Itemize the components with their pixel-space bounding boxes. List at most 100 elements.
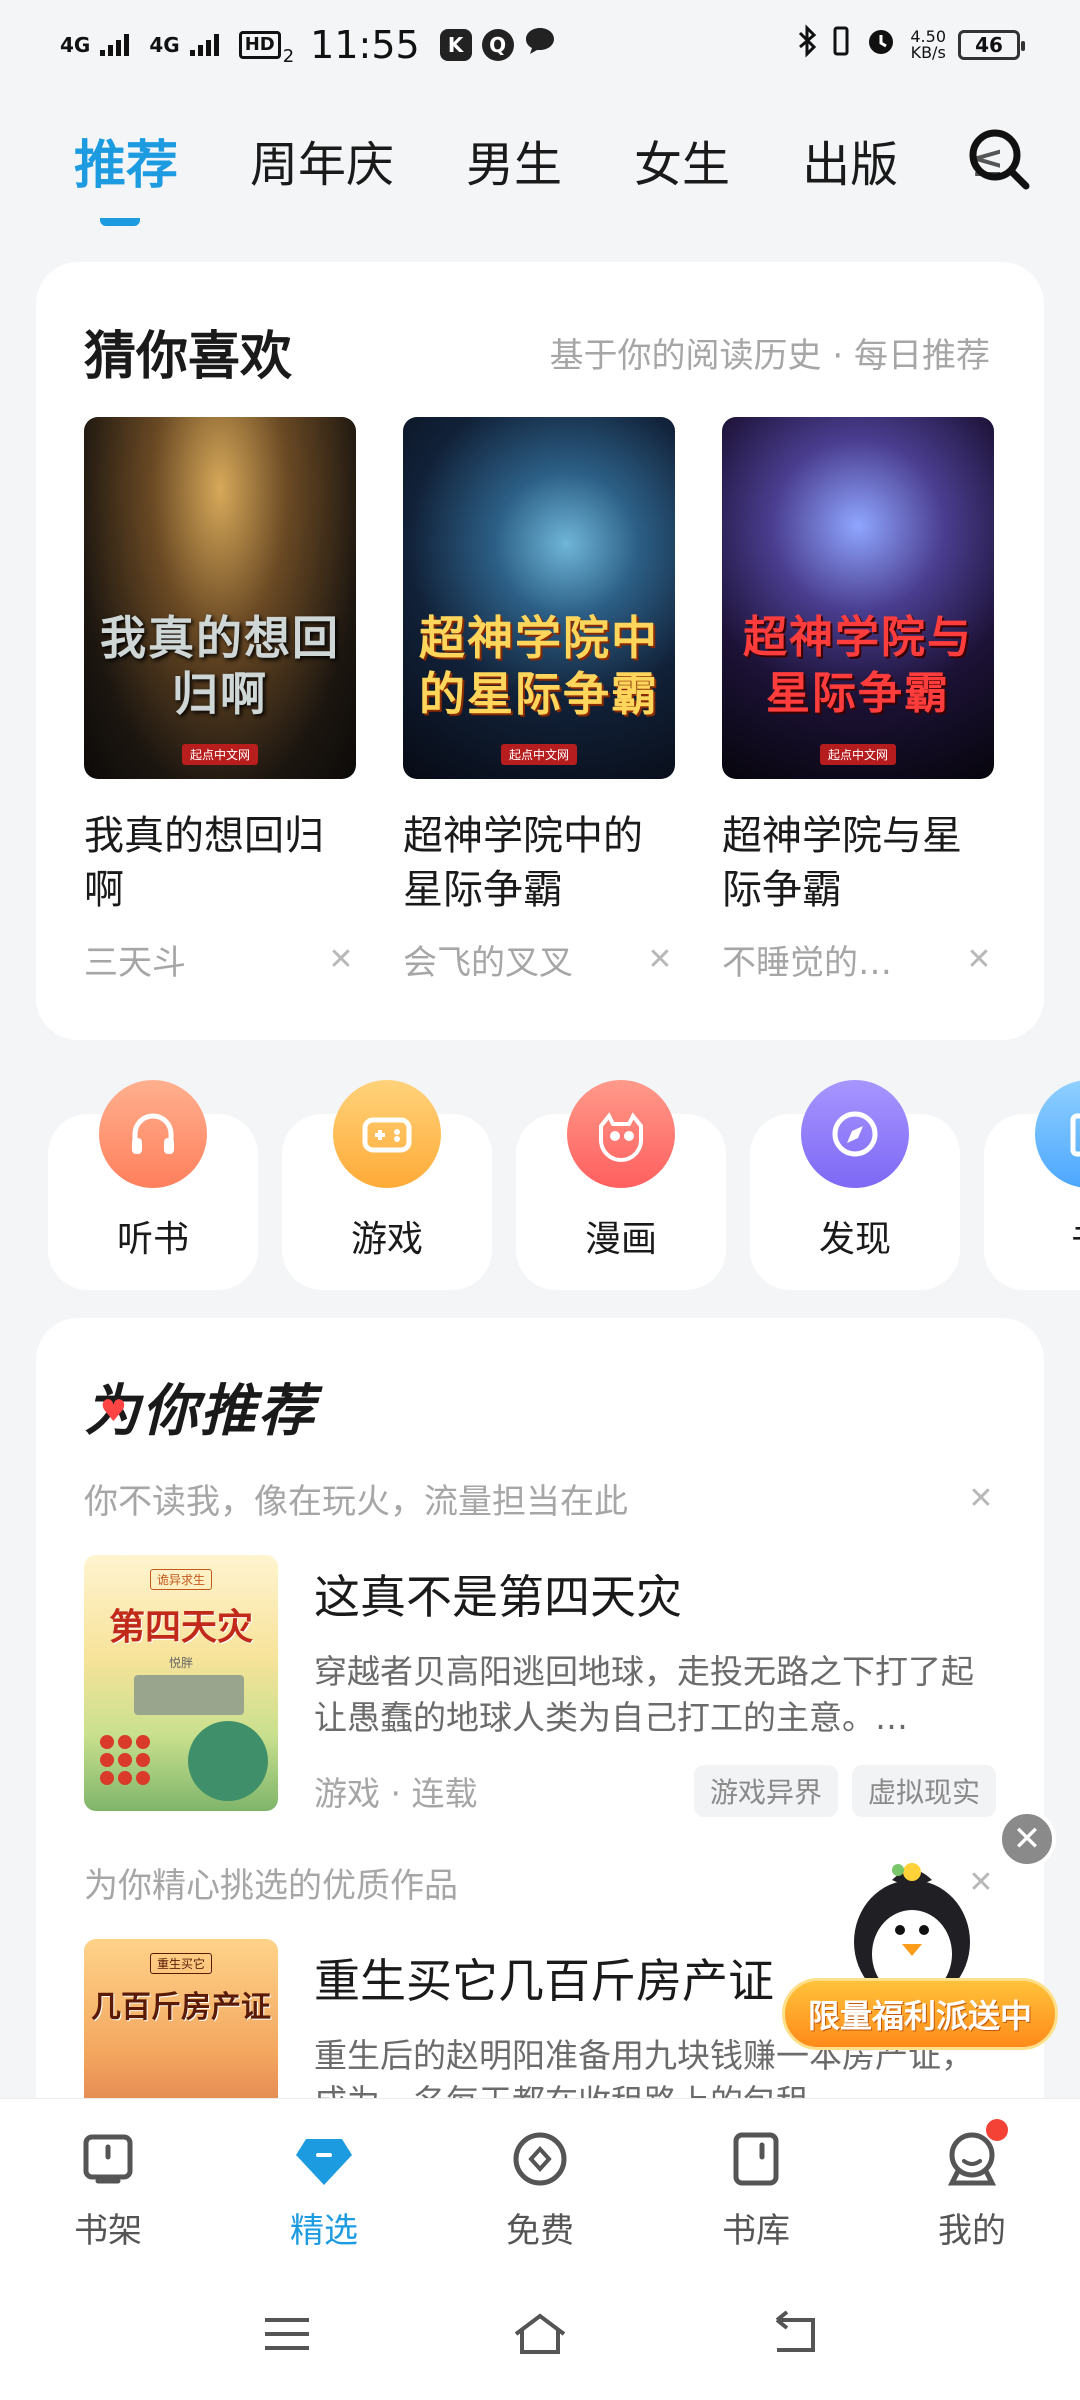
status-right: 4.50 KB/s 46 (796, 24, 1025, 67)
vibrate-icon (830, 25, 852, 66)
network-speed-unit: KB/s (910, 43, 946, 62)
quick-entry-discover[interactable]: 发现 (750, 1080, 960, 1290)
nav-featured[interactable]: 精选 (216, 2099, 432, 2268)
tab-anniversary[interactable]: 周年庆 (250, 125, 394, 195)
quick-entry-label: 发现 (818, 1219, 891, 1260)
battery-indicator: 46 (958, 30, 1025, 60)
cover-title: 几百斤房产证 (91, 1990, 271, 2025)
close-icon[interactable]: ✕ (998, 1810, 1056, 1868)
cover-title: 超神学院与星际争霸 (743, 612, 973, 719)
back-icon[interactable] (763, 2304, 823, 2364)
recommend-item[interactable]: 你不读我，像在玩火，流量担当在此 ✕ 诡异求生 第四天灾 悦胖 这真不是第四天灾… (84, 1474, 996, 1817)
signal-bars-icon (100, 34, 130, 56)
quick-entry-comics[interactable]: 漫画 (516, 1080, 726, 1290)
cover-art-tree (188, 1721, 268, 1801)
nav-label: 精选 (290, 2211, 358, 2251)
book-meta: 会飞的叉叉 ✕ (403, 935, 675, 984)
nav-profile[interactable]: 我的 (864, 2099, 1080, 2268)
book-category: 游戏 · 连载 (314, 1774, 478, 1813)
book-cover[interactable]: 超神学院中的星际争霸 起点中文网 (403, 417, 675, 779)
network-indicator-1: 4G (60, 33, 91, 57)
nav-free[interactable]: 免费 (432, 2099, 648, 2268)
publisher-mark: 起点中文网 (500, 744, 577, 765)
diamond-icon (296, 2139, 352, 2185)
search-icon (969, 129, 1030, 190)
book-icon (1035, 1080, 1080, 1188)
book-cover[interactable]: 我真的想回归啊 起点中文网 (84, 417, 356, 779)
notification-badge (986, 2119, 1008, 2141)
book-title[interactable]: 超神学院与星际争霸 (722, 809, 994, 917)
book-author: 不睡觉的… (722, 943, 892, 983)
book-title[interactable]: 我真的想回归啊 (84, 809, 356, 917)
recommend-reason: 你不读我，像在玩火，流量担当在此 (84, 1482, 628, 1522)
cover-art (134, 1675, 244, 1715)
free-coin-icon (513, 2132, 567, 2186)
book-title[interactable]: 这真不是第四天灾 (314, 1561, 996, 1627)
book-description: 穿越者贝高阳逃回地球，走投无路之下打了起让愚蠢的地球人类为自己打工的主意。… (314, 1652, 974, 1737)
quick-entry-games[interactable]: 游戏 (282, 1080, 492, 1290)
tab-male[interactable]: 男生 (466, 125, 562, 195)
book-cover[interactable]: 诡异求生 第四天灾 悦胖 (84, 1555, 278, 1811)
status-left: 4G 4G HD 2 11:55 K Q (60, 23, 556, 67)
quick-entry-label: 书 (984, 1210, 1080, 1262)
book-card[interactable]: 超神学院与星际争霸 起点中文网 超神学院与星际争霸 不睡觉的… ✕ (722, 417, 994, 984)
nav-label: 书库 (722, 2211, 790, 2251)
bluetooth-icon (796, 24, 818, 66)
book-title[interactable]: 超神学院中的星际争霸 (403, 809, 675, 917)
book-cover[interactable]: 超神学院与星际争霸 起点中文网 (722, 417, 994, 779)
publisher-mark: 起点中文网 (819, 744, 896, 765)
q-app-notification-icon: Q (481, 29, 514, 61)
tab-female[interactable]: 女生 (634, 125, 730, 195)
recommend-info: 这真不是第四天灾 穿越者贝高阳逃回地球，走投无路之下打了起让愚蠢的地球人类为自己… (314, 1555, 996, 1817)
guess-you-like-card: 猜你喜欢 基于你的阅读历史 · 每日推荐 我真的想回归啊 起点中文网 我真的想回… (36, 262, 1044, 1040)
book-meta: 三天斗 ✕ (84, 935, 356, 984)
recommend-reason: 为你精心挑选的优质作品 (84, 1866, 458, 1906)
menu-icon[interactable] (257, 2304, 317, 2364)
dismiss-icon[interactable]: ✕ (964, 942, 994, 977)
compass-icon (801, 1080, 909, 1188)
status-bar: 4G 4G HD 2 11:55 K Q 4.50 KB/s 46 (0, 0, 1080, 90)
bookshelf-icon (83, 2134, 133, 2184)
recommend-reason-row: 你不读我，像在玩火，流量担当在此 ✕ (84, 1474, 996, 1523)
home-icon[interactable] (510, 2304, 570, 2364)
quick-entry-label: 漫画 (584, 1219, 657, 1260)
headphones-icon (99, 1080, 207, 1188)
clock: 11:55 (310, 23, 420, 67)
nav-label: 书架 (74, 2211, 142, 2251)
book-card[interactable]: 我真的想回归啊 起点中文网 我真的想回归啊 三天斗 ✕ (84, 417, 356, 984)
book-card[interactable]: 超神学院中的星际争霸 起点中文网 超神学院中的星际争霸 会飞的叉叉 ✕ (403, 417, 675, 984)
gamepad-icon (333, 1080, 441, 1188)
dismiss-icon[interactable]: ✕ (645, 942, 675, 977)
category-tabs: 推荐 周年庆 男生 女生 出版 ≤ (74, 110, 1034, 226)
comic-face-icon (567, 1080, 675, 1188)
nav-library[interactable]: 书库 (648, 2099, 864, 2268)
quick-entry-audiobook[interactable]: 听书 (48, 1080, 258, 1290)
section-subtitle: 基于你的阅读历史 · 每日推荐 (549, 336, 990, 376)
cover-tagline: 诡异求生 (149, 1569, 212, 1590)
book-author: 三天斗 (84, 943, 186, 983)
recommend-body[interactable]: 诡异求生 第四天灾 悦胖 这真不是第四天灾 穿越者贝高阳逃回地球，走投无路之下打… (84, 1555, 996, 1817)
tab-publishing[interactable]: 出版 (802, 125, 898, 195)
cover-author: 悦胖 (168, 1656, 193, 1670)
search-button[interactable] (964, 124, 1034, 194)
quick-entry-label: 游戏 (350, 1219, 423, 1260)
hd-sub-label: 2 (282, 46, 295, 67)
book-carousel: 我真的想回归啊 起点中文网 我真的想回归啊 三天斗 ✕ 超神学院中的星际争霸 起… (84, 417, 994, 984)
message-bubble-icon (524, 25, 556, 65)
section-title: 猜你喜欢 (84, 327, 293, 387)
nav-label: 免费 (506, 2211, 574, 2251)
library-icon (733, 2132, 779, 2186)
promo-label[interactable]: 限量福利派送中 (782, 1978, 1058, 2050)
dismiss-icon[interactable]: ✕ (966, 1481, 996, 1516)
cover-title: 超神学院中的星际争霸 (419, 611, 659, 721)
cover-title: 我真的想回归啊 (100, 611, 340, 721)
dismiss-icon[interactable]: ✕ (326, 942, 356, 977)
system-navigation-bar (0, 2268, 1080, 2400)
tab-recommend[interactable]: 推荐 (74, 123, 178, 226)
promo-floating-widget[interactable]: ✕ 限量福利派送中 (782, 1810, 1062, 2060)
quick-entry-books[interactable]: 书 (984, 1080, 1080, 1290)
book-author: 会飞的叉叉 (403, 943, 573, 983)
cover-tagline: 重生买它 (149, 1953, 212, 1974)
nav-bookshelf[interactable]: 书架 (0, 2099, 216, 2268)
quick-entry-row: 听书 游戏 漫画 发现 书 (48, 1080, 1080, 1290)
